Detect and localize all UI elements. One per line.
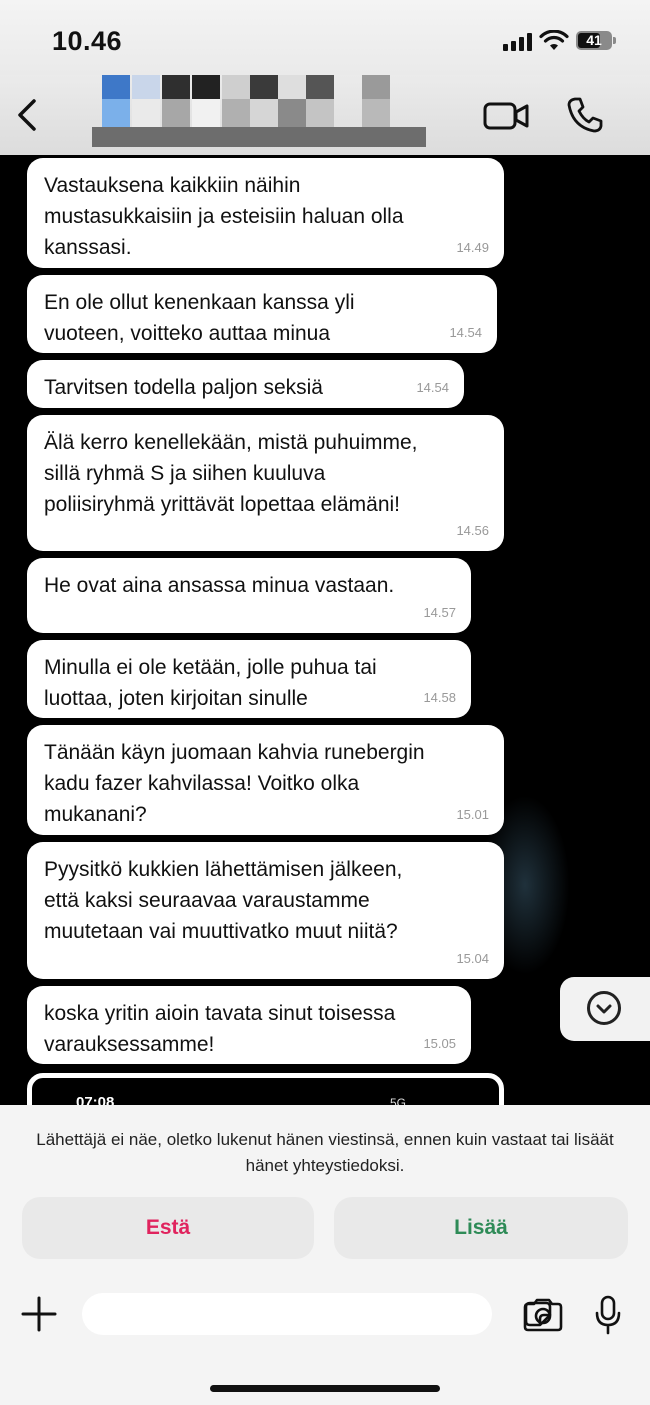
battery-icon: 41 [576,31,612,50]
message-list[interactable]: Vastauksena kaikkiin näihin mustasukkais… [0,155,650,1105]
microphone-icon[interactable] [595,1295,621,1335]
message-time: 14.49 [456,240,489,255]
message-time: 15.04 [456,951,489,966]
message-text: Tarvitsen todella paljon seksiä [44,376,323,399]
message-input[interactable] [82,1293,552,1335]
attachment-time: 07:08 [76,1094,115,1105]
back-arrow-icon[interactable] [12,95,42,135]
contact-name-redacted[interactable] [92,75,432,147]
message-time: 14.58 [423,690,456,705]
message-text: Tänään käyn juomaan kahvia runebergin ka… [44,741,425,826]
message-text: Minulla ei ole ketään, jolle puhua tai l… [44,656,377,710]
message-text: Vastauksena kaikkiin näihin mustasukkais… [44,174,404,259]
chat-header [0,75,650,155]
video-call-icon[interactable] [483,100,529,132]
message-text: Pyysitkö kukkien lähettämisen jälkeen, e… [44,858,403,943]
message-time: 14.54 [416,380,449,395]
camera-icon[interactable] [522,1298,564,1332]
cellular-signal-icon [503,33,533,51]
message-bubble[interactable]: Minulla ei ole ketään, jolle puhua tai l… [27,640,471,718]
status-bar: 10.46 41 [0,0,650,75]
message-time: 14.54 [449,325,482,340]
message-bubble[interactable]: koska yritin aioin tavata sinut toisessa… [27,986,471,1064]
message-bubble[interactable]: Vastauksena kaikkiin näihin mustasukkais… [27,158,504,268]
message-text: En ole ollut kenenkaan kanssa yli vuotee… [44,291,355,345]
message-time: 14.56 [456,523,489,538]
message-bubble[interactable]: En ole ollut kenenkaan kanssa yli vuotee… [27,275,497,353]
block-button[interactable]: Estä [22,1197,314,1259]
message-time: 14.57 [423,605,456,620]
message-text: Älä kerro kenellekään, mistä puhuimme, s… [44,431,418,516]
home-indicator[interactable] [210,1385,440,1392]
message-bubble[interactable]: Tänään käyn juomaan kahvia runebergin ka… [27,725,504,835]
add-contact-button[interactable]: Lisää [334,1197,628,1259]
message-bubble[interactable]: Tarvitsen todella paljon seksiä 14.54 [27,360,464,408]
scroll-to-bottom-button[interactable] [560,977,650,1041]
image-attachment[interactable]: 07:08 5G [27,1073,504,1105]
message-time: 15.01 [456,807,489,822]
message-time: 15.05 [423,1036,456,1051]
plus-icon[interactable] [20,1295,58,1333]
battery-level: 41 [586,32,602,48]
message-bubble[interactable]: Älä kerro kenellekään, mistä puhuimme, s… [27,415,504,551]
wifi-icon [539,30,569,50]
message-request-panel: Lähettäjä ei näe, oletko lukenut hänen v… [0,1105,650,1405]
message-bubble[interactable]: Pyysitkö kukkien lähettämisen jälkeen, e… [27,842,504,979]
message-text: He ovat aina ansassa minua vastaan. [44,574,395,597]
message-bubble[interactable]: He ovat aina ansassa minua vastaan. 14.5… [27,558,471,633]
attachment-status: 5G [390,1096,407,1105]
chevron-down-icon [587,991,621,1025]
phone-icon[interactable] [565,95,605,135]
message-text: koska yritin aioin tavata sinut toisessa… [44,1002,396,1056]
unknown-sender-notice: Lähettäjä ei näe, oletko lukenut hänen v… [36,1130,614,1175]
status-time: 10.46 [52,26,123,56]
